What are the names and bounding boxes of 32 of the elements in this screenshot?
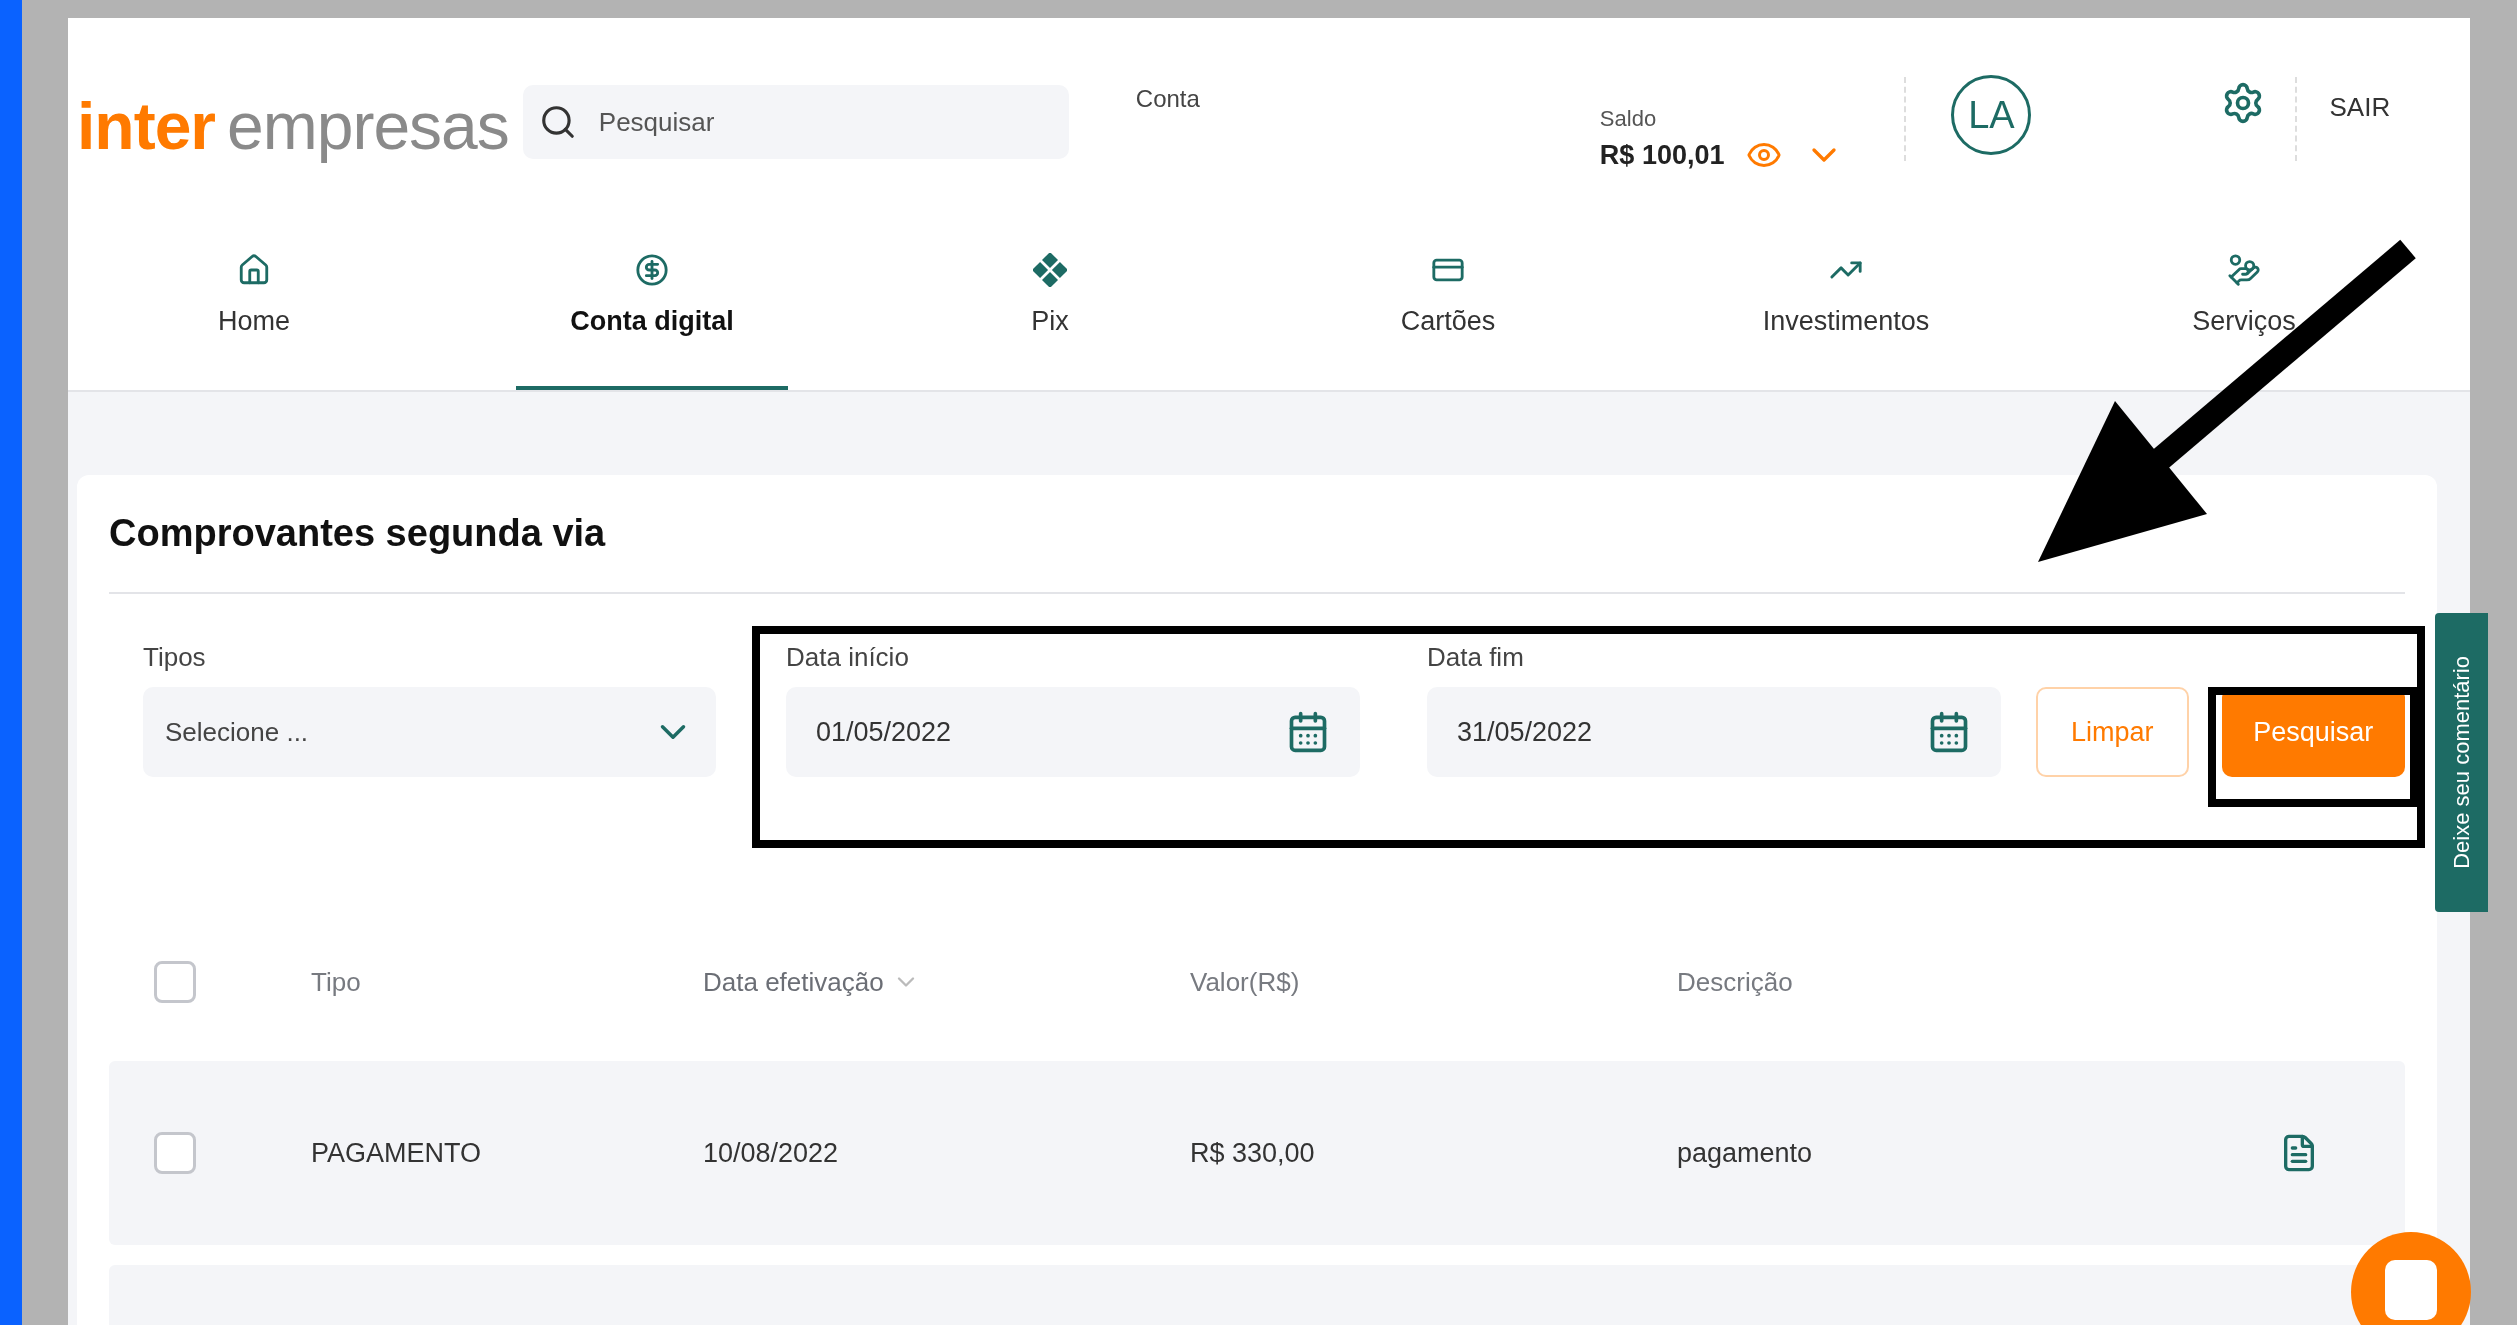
table-cell-text: 10/08/2022 [703,1136,840,1170]
field-label: Data início [786,641,910,674]
logout-link[interactable]: SAIR [2329,88,2391,127]
column-header: Valor(R$) [1190,965,1300,999]
column-header[interactable]: Data efetivação [703,962,884,1002]
nav-tab[interactable]: Investimentos [1710,196,1982,390]
field-label: Tipos [143,641,207,674]
table-row[interactable]: PAGAMENTO 10/08/2022 R$ 330,00 pagamento [109,1061,2405,1245]
account-label: Conta [1135,84,1200,114]
nav-tab[interactable]: Serviços [2108,196,2380,390]
search-field[interactable]: Pesquisar [522,85,1069,159]
hand-coins-icon [2227,253,2261,288]
field-label: Data fim [1427,641,1525,674]
balance-label: Saldo [1599,105,1658,133]
avatar[interactable]: LA [1951,75,2032,155]
table-cell-text: R$ 330,00 [1190,1136,1316,1170]
nav-tab[interactable]: Pix [914,196,1186,390]
type-select[interactable]: Selecione ... [143,687,716,777]
balance-value: R$ 100,01 [1599,139,1725,172]
feedback-tab[interactable]: Deixe seu comentário [2435,613,2488,912]
dollar-coin-icon [635,253,669,288]
column-header: Descrição [1677,965,1793,999]
checkbox[interactable] [154,1132,196,1174]
checkbox[interactable] [154,961,196,1003]
nav-tab[interactable]: Home [118,196,390,390]
table-cell-text: pagamento [1677,1136,1814,1170]
column-header: Tipo [311,965,361,999]
date-field[interactable]: 01/05/2022 [786,687,1360,777]
date-field[interactable]: 31/05/2022 [1427,687,2001,777]
table-cell-text: PAGAMENTO [311,1136,483,1170]
nav-tab[interactable]: Cartões [1312,196,1584,390]
diamond-icon [1033,253,1067,288]
